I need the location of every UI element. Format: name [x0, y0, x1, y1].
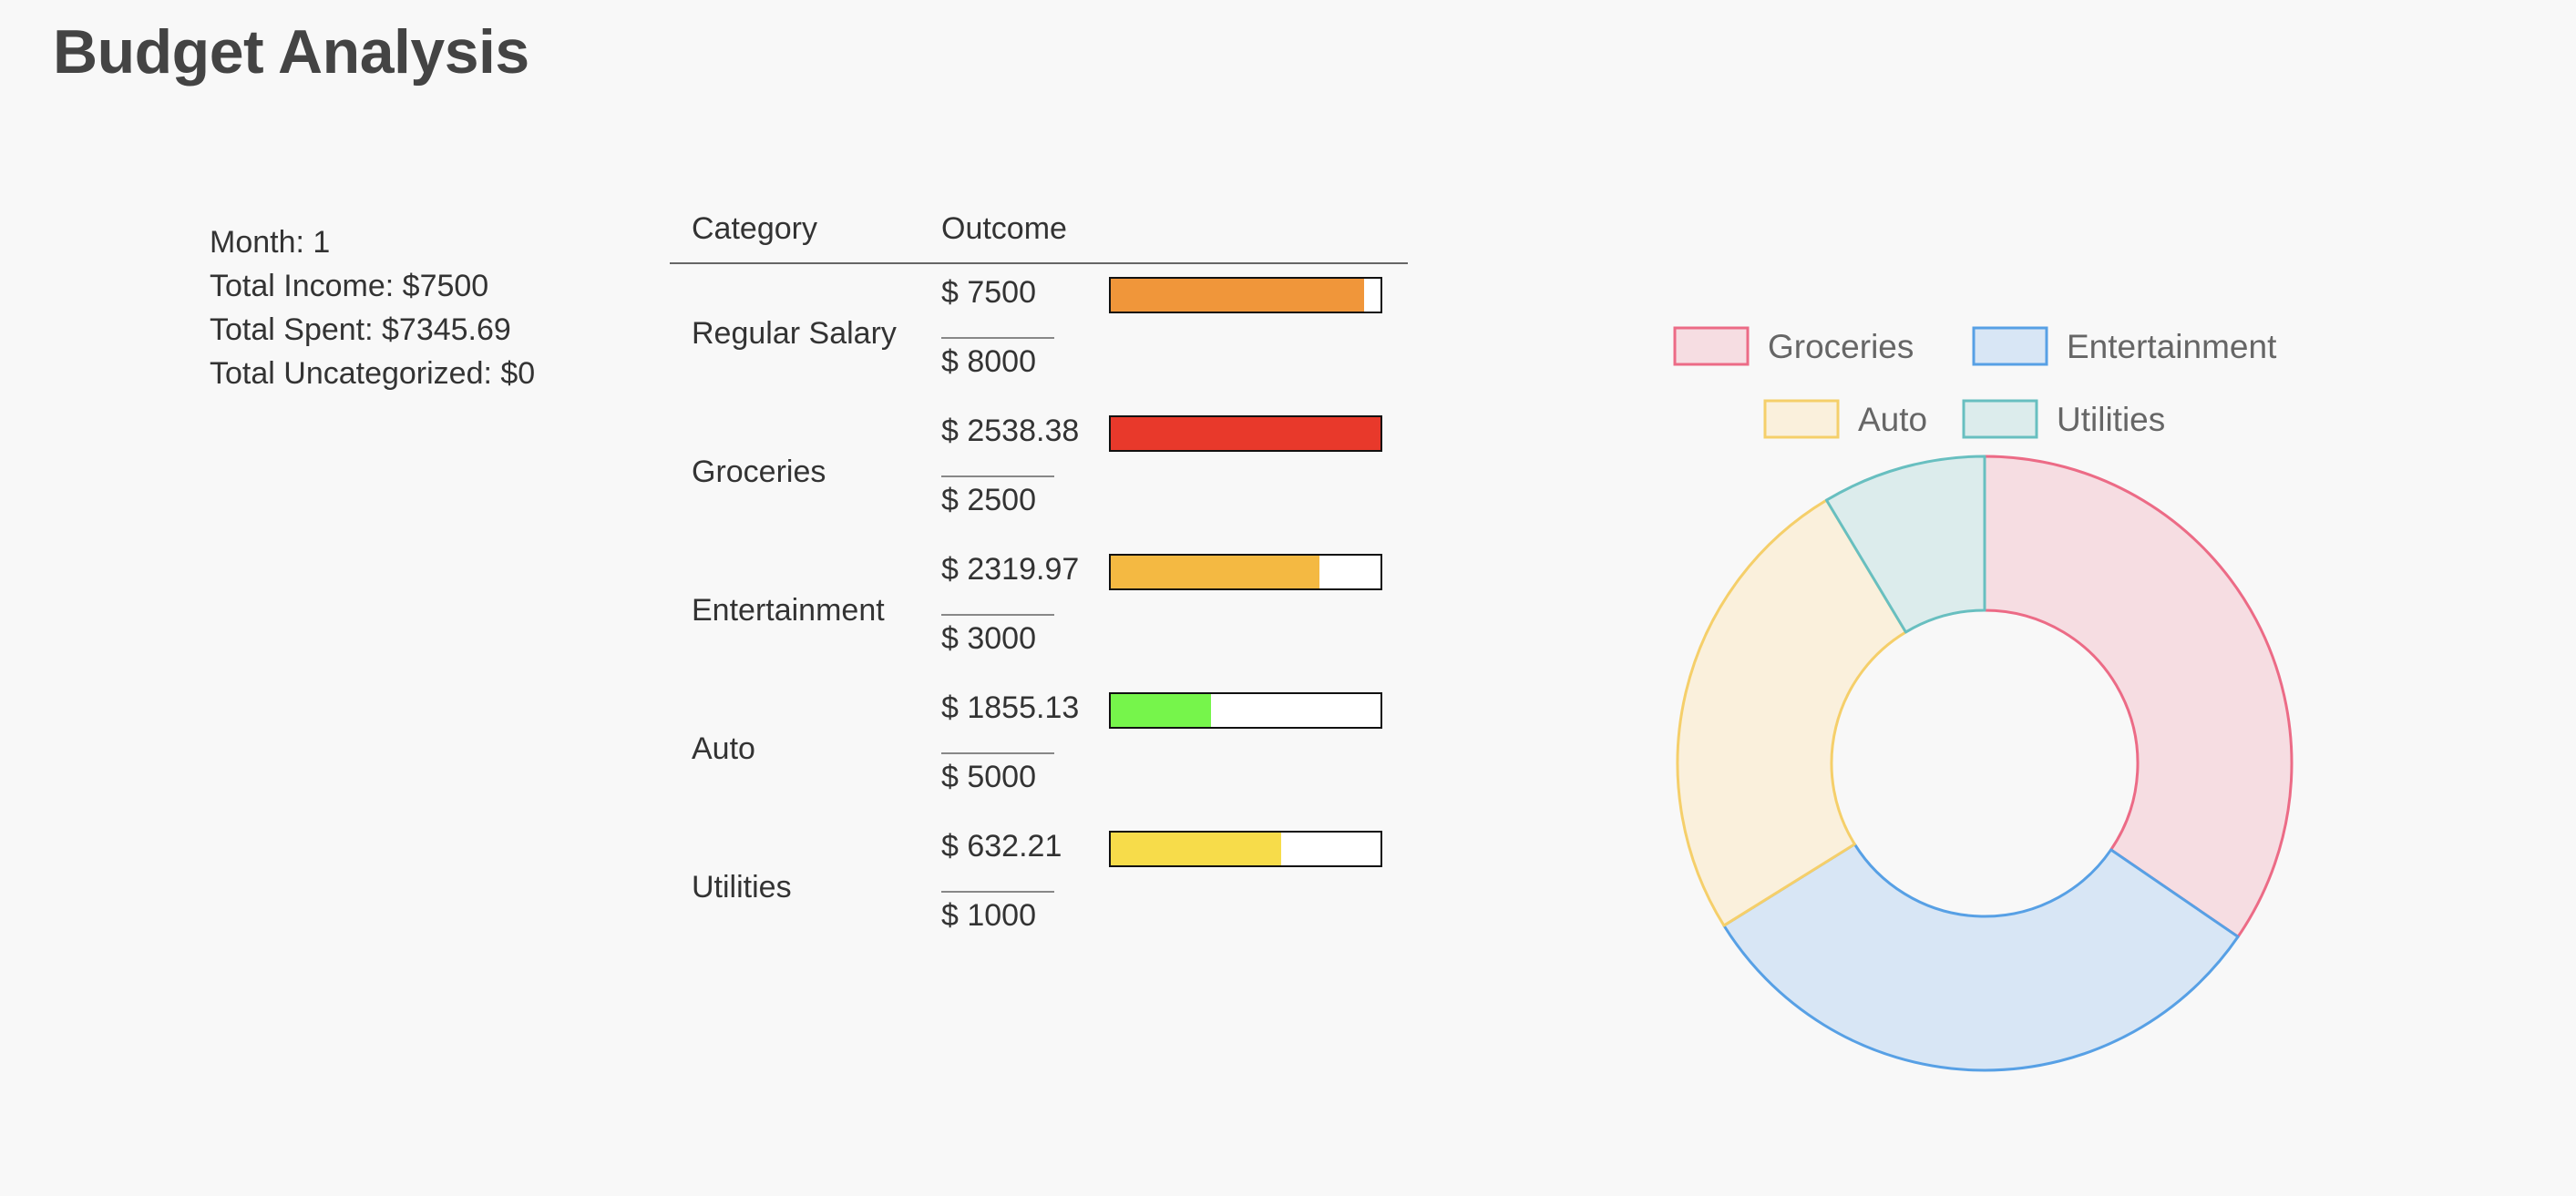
row-divider [941, 752, 1054, 754]
legend-label-entertainment[interactable]: Entertainment [2067, 328, 2277, 365]
progress-bar-regular-salary [1109, 277, 1382, 313]
progress-bar-fill [1111, 556, 1319, 588]
budget-table: Category Outcome Regular Salary $ 7500 $ 8… [670, 202, 1408, 956]
row-divider [941, 614, 1054, 616]
row-category-label: Utilities [692, 870, 792, 905]
row-category: Auto [692, 680, 929, 818]
total-uncategorized-label: Total Uncategorized: $0 [210, 356, 536, 391]
row-actual-amount: $ 7500 [941, 275, 1036, 310]
row-category: Groceries [692, 403, 929, 541]
progress-bar-auto [1109, 692, 1382, 729]
progress-bar-utilities [1109, 831, 1382, 867]
row-category-label: Regular Salary [692, 316, 897, 351]
category-donut-chart: Groceries Entertainment Auto Utilities [1640, 301, 2351, 1084]
legend-swatch-groceries[interactable] [1673, 326, 1750, 366]
row-actual-amount: $ 632.21 [941, 829, 1062, 864]
progress-bar-fill [1111, 279, 1364, 312]
progress-bar-groceries [1109, 415, 1382, 452]
header-category: Category [692, 211, 817, 246]
progress-bar-fill [1111, 417, 1380, 450]
table-row: Utilities $ 632.21 $ 1000 [670, 818, 1408, 956]
donut-chart-svg: Groceries Entertainment Auto Utilities [1673, 326, 2294, 1072]
total-income-label: Total Income: $7500 [210, 269, 489, 303]
table-row: Regular Salary $ 7500 $ 8000 [670, 264, 1408, 403]
legend-swatch-entertainment[interactable] [1972, 326, 2048, 366]
legend-label-utilities[interactable]: Utilities [2057, 401, 2165, 438]
table-row: Groceries $ 2538.38 $ 2500 [670, 403, 1408, 541]
row-budget-amount: $ 1000 [941, 898, 1036, 933]
progress-bar-fill [1111, 694, 1211, 727]
row-category-label: Groceries [692, 455, 826, 489]
legend-swatch-auto[interactable] [1763, 399, 1840, 439]
budget-analysis-page: Budget Analysis Month: 1 Total Income: $… [0, 0, 2576, 1196]
page-title: Budget Analysis [53, 17, 529, 87]
table-header: Category Outcome [670, 202, 1408, 264]
row-budget-amount: $ 3000 [941, 621, 1036, 656]
row-budget-amount: $ 5000 [941, 760, 1036, 794]
row-category: Utilities [692, 818, 929, 956]
row-actual-amount: $ 1855.13 [941, 690, 1080, 725]
legend-label-auto[interactable]: Auto [1858, 401, 1927, 438]
row-divider [941, 337, 1054, 339]
row-budget-amount: $ 8000 [941, 344, 1036, 379]
progress-bar-fill [1111, 833, 1282, 865]
row-divider [941, 475, 1054, 477]
total-spent-label: Total Spent: $7345.69 [210, 312, 511, 347]
month-label: Month: 1 [210, 225, 331, 260]
row-actual-amount: $ 2538.38 [941, 414, 1080, 448]
progress-bar-entertainment [1109, 554, 1382, 590]
row-divider [941, 891, 1054, 893]
legend-swatch-utilities[interactable] [1962, 399, 2038, 439]
table-row: Entertainment $ 2319.97 $ 3000 [670, 541, 1408, 680]
row-actual-amount: $ 2319.97 [941, 552, 1080, 587]
header-outcome: Outcome [941, 211, 1067, 246]
row-category: Entertainment [692, 541, 929, 680]
row-category-label: Entertainment [692, 593, 885, 628]
donut-slice-groceries[interactable] [1983, 455, 2294, 938]
table-rows: Regular Salary $ 7500 $ 8000 Groceries $ 253… [670, 264, 1408, 956]
summary-panel: Month: 1 Total Income: $7500 Total Spent… [210, 220, 535, 395]
row-category-label: Auto [692, 731, 755, 766]
legend-label-groceries[interactable]: Groceries [1768, 328, 1914, 365]
row-category: Regular Salary [692, 264, 929, 403]
table-row: Auto $ 1855.13 $ 5000 [670, 680, 1408, 818]
row-budget-amount: $ 2500 [941, 483, 1036, 517]
